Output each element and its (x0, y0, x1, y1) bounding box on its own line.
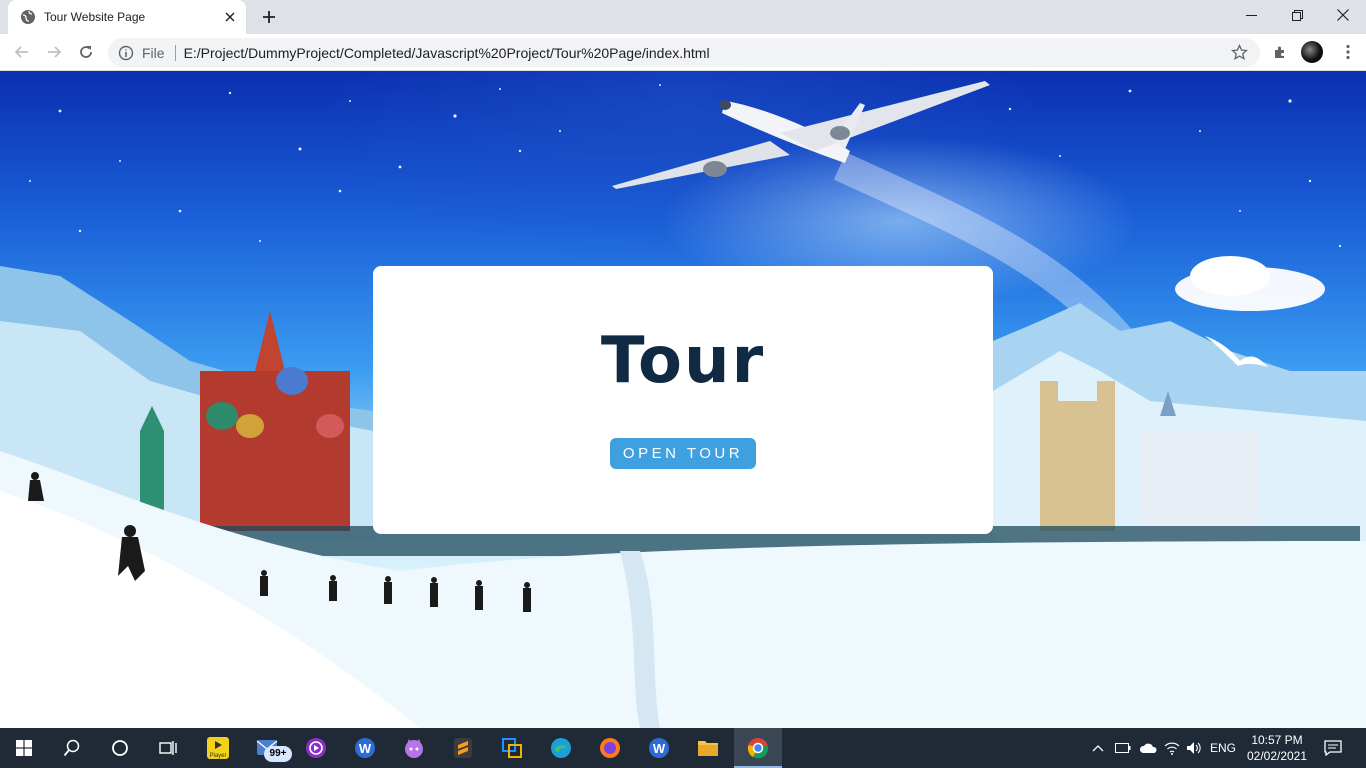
info-icon[interactable] (118, 45, 134, 61)
restore-icon[interactable] (1274, 0, 1320, 30)
forward-icon[interactable] (42, 40, 66, 64)
extensions-icon[interactable] (1268, 40, 1292, 64)
virtualbox-icon[interactable] (488, 728, 536, 768)
new-tab-button[interactable] (259, 7, 279, 27)
airplane-graphic (612, 81, 990, 189)
file-explorer-icon[interactable] (684, 728, 732, 768)
language-indicator[interactable]: ENG (1207, 728, 1239, 768)
sublime-text-icon[interactable] (439, 728, 487, 768)
scheme-label: File (142, 44, 165, 61)
tab-title: Tour Website Page (44, 10, 146, 24)
onedrive-cloud-icon[interactable] (1136, 728, 1160, 768)
address-bar[interactable]: File E:/Project/DummyProject/Completed/J… (108, 38, 1260, 67)
media-app-icon[interactable] (292, 728, 340, 768)
wifi-icon[interactable] (1161, 728, 1183, 768)
player-app-label: Player (209, 753, 226, 759)
open-tour-button[interactable]: OPEN TOUR (610, 438, 756, 469)
close-window-icon[interactable] (1320, 0, 1366, 30)
language-label: ENG (1209, 741, 1236, 755)
globe-icon (20, 9, 36, 25)
back-icon[interactable] (10, 40, 34, 64)
cortana-icon[interactable] (96, 728, 144, 768)
mail-unread-badge: 99+ (264, 746, 292, 762)
reload-icon[interactable] (74, 40, 98, 64)
clock-date: 02/02/2021 (1246, 749, 1308, 763)
svg-text:W: W (359, 741, 372, 756)
page-viewport: Tour OPEN TOUR (0, 71, 1366, 728)
player-app-icon[interactable]: Player (194, 728, 242, 768)
firefox-icon[interactable] (586, 728, 634, 768)
task-view-icon[interactable] (144, 728, 192, 768)
page-title: Tour (600, 324, 766, 398)
cat-app-icon[interactable] (390, 728, 438, 768)
menu-icon[interactable] (1336, 40, 1360, 64)
show-hidden-icons-chevron-icon[interactable] (1088, 728, 1108, 768)
minimize-icon[interactable] (1228, 0, 1274, 30)
windows-taskbar: Player W W ENG 10:57 PM 02/02/2021 (0, 728, 1366, 768)
chrome-icon[interactable] (734, 728, 782, 768)
browser-toolbar: File E:/Project/DummyProject/Completed/J… (0, 34, 1366, 71)
url-text[interactable]: E:/Project/DummyProject/Completed/Javasc… (184, 45, 710, 61)
profile-avatar[interactable] (1301, 41, 1323, 63)
browser-tab-strip: Tour Website Page (0, 0, 1366, 34)
hero-card: Tour OPEN TOUR (373, 266, 993, 534)
wps-writer-icon[interactable]: W (341, 728, 389, 768)
clock-time: 10:57 PM (1251, 733, 1303, 747)
volume-icon[interactable] (1183, 728, 1205, 768)
browser-tab[interactable]: Tour Website Page (8, 0, 246, 34)
system-clock[interactable]: 10:57 PM 02/02/2021 (1240, 732, 1314, 764)
address-separator (174, 44, 176, 61)
search-icon[interactable] (48, 728, 96, 768)
windows-start-icon[interactable] (0, 728, 48, 768)
close-icon[interactable] (222, 9, 238, 25)
notifications-icon[interactable] (1318, 728, 1348, 768)
svg-text:W: W (653, 741, 666, 756)
wps-writer-icon-2[interactable]: W (635, 728, 683, 768)
edge-icon[interactable] (537, 728, 585, 768)
bookmark-star-icon[interactable] (1231, 44, 1248, 61)
battery-icon[interactable] (1112, 728, 1134, 768)
